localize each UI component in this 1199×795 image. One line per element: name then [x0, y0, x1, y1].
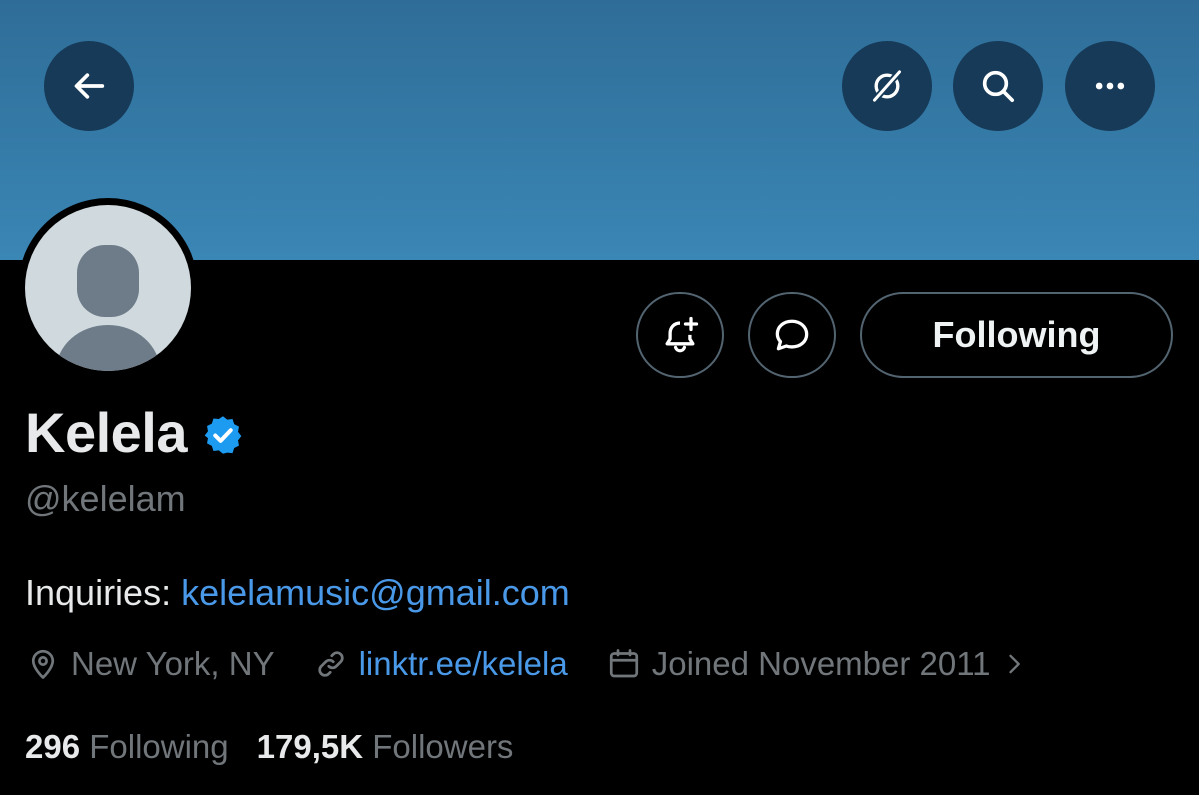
bell-plus-icon	[665, 316, 699, 353]
message-icon	[775, 319, 809, 351]
follow-stats: 296 Following 179,5K Followers	[25, 728, 541, 766]
location: New York, NY	[25, 645, 275, 683]
join-date[interactable]: Joined November 2011	[606, 645, 1029, 683]
join-date-text: Joined November 2011	[651, 645, 991, 682]
profile-meta: New York, NY linktr.ee/kelela Joined Nov…	[25, 645, 1066, 683]
link-icon	[317, 651, 344, 677]
back-button[interactable]	[44, 41, 134, 131]
location-text: New York, NY	[71, 645, 275, 682]
bio-email-link[interactable]: kelelamusic@gmail.com	[181, 572, 570, 613]
grok-button[interactable]	[842, 41, 932, 131]
followers-count: 179,5K	[256, 728, 364, 765]
followers-stat[interactable]: 179,5K Followers	[257, 728, 514, 766]
following-count: 296	[25, 728, 81, 765]
verified-badge-icon[interactable]	[201, 413, 245, 457]
avatar[interactable]	[25, 205, 191, 371]
profile-banner[interactable]	[0, 0, 1199, 260]
followers-label: Followers	[372, 728, 514, 765]
following-button[interactable]: Following	[860, 292, 1173, 378]
message-button[interactable]	[748, 292, 836, 378]
bio-text: Inquiries:	[25, 572, 182, 613]
display-name: Kelela	[25, 401, 188, 464]
avatar-frame	[18, 198, 198, 378]
grok-icon	[872, 70, 902, 102]
more-button[interactable]	[1065, 41, 1155, 131]
more-horizontal-icon	[1095, 82, 1125, 90]
bio: Inquiries: kelelamusic@gmail.com	[25, 572, 570, 614]
notifications-button[interactable]	[636, 292, 724, 378]
default-avatar-icon	[56, 245, 160, 371]
calendar-icon	[609, 649, 638, 678]
website: linktr.ee/kelela	[313, 645, 568, 683]
name-row: Kelela	[25, 400, 245, 465]
search-icon	[982, 70, 1014, 102]
chevron-right-icon	[1009, 654, 1021, 674]
following-label: Following	[89, 728, 229, 765]
username-handle: @kelelam	[25, 478, 186, 519]
arrow-left-icon	[74, 73, 105, 99]
website-link[interactable]: linktr.ee/kelela	[359, 645, 568, 683]
following-stat[interactable]: 296 Following	[25, 728, 229, 766]
location-pin-icon	[31, 649, 55, 679]
search-button[interactable]	[953, 41, 1043, 131]
